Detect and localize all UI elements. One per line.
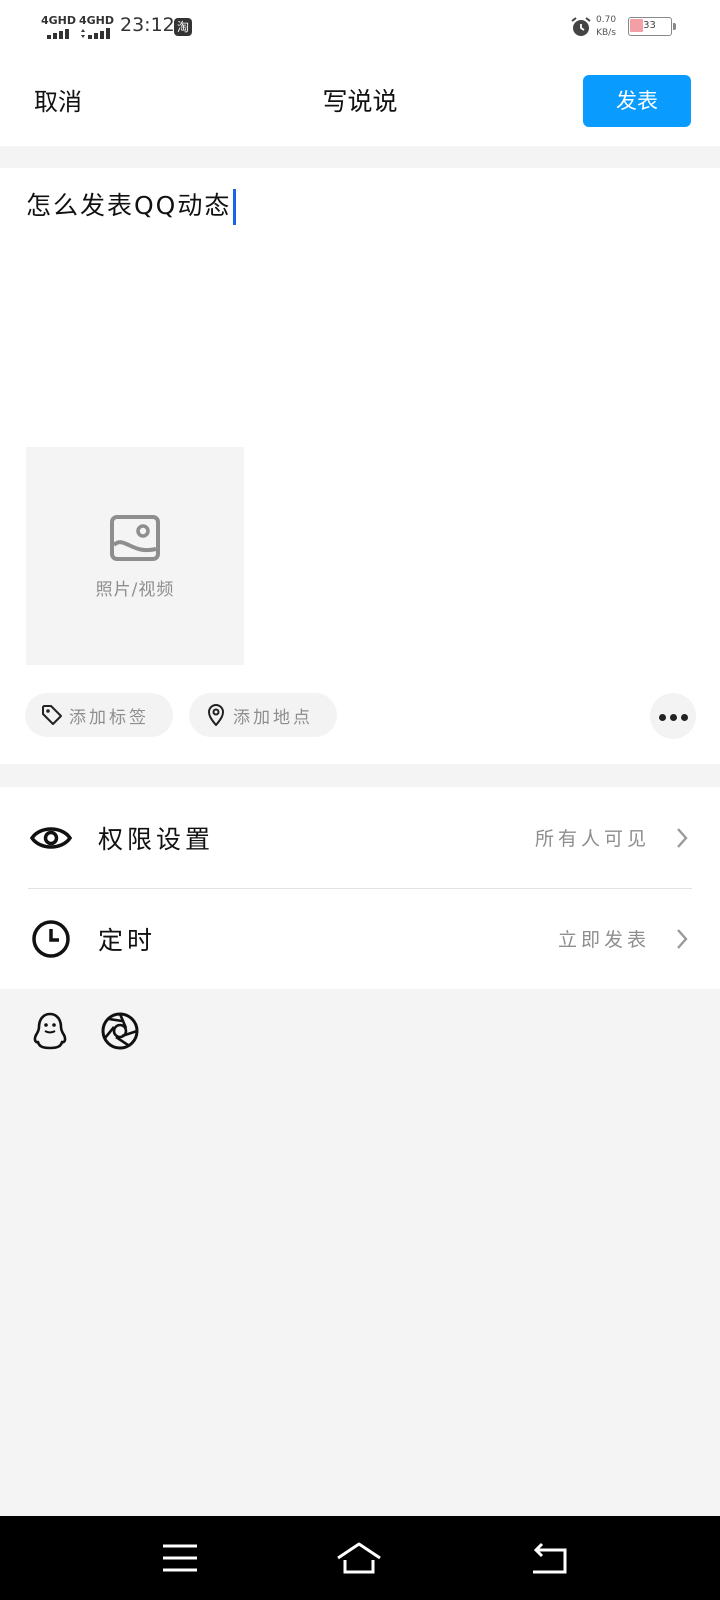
schedule-label: 定时 <box>98 926 157 955</box>
signal-icon <box>47 29 69 39</box>
menu-icon[interactable] <box>158 1536 202 1580</box>
signal-data-icon <box>81 28 110 39</box>
eye-icon <box>30 827 72 849</box>
alarm-icon <box>571 17 591 36</box>
back-icon[interactable] <box>527 1536 571 1580</box>
taobao-notification-icon: 淘 <box>174 18 192 36</box>
network-indicator-1: 4GHD <box>41 14 76 39</box>
permission-setting-row[interactable]: 权限设置 所有人可见 <box>0 787 720 888</box>
chevron-right-icon <box>677 929 688 949</box>
status-bar: 4GHD 4GHD 23:12 淘 0.70 KB/s 33 <box>0 0 720 54</box>
camera-shutter-icon[interactable] <box>100 1011 140 1051</box>
home-icon[interactable] <box>337 1536 381 1580</box>
battery-percentage: 33 <box>643 20 656 31</box>
add-tag-label: 添加标签 <box>69 708 149 728</box>
add-tag-button[interactable]: 添加标签 <box>25 693 173 737</box>
qq-penguin-icon[interactable] <box>30 1011 70 1051</box>
publish-button[interactable]: 发表 <box>583 75 691 127</box>
more-icon-dot <box>670 714 677 721</box>
add-location-label: 添加地点 <box>233 708 313 728</box>
location-pin-icon <box>207 704 225 726</box>
tag-icon <box>42 705 62 725</box>
compose-panel: 怎么发表QQ动态 照片/视频 添加标签 添加地点 <box>0 168 720 764</box>
more-icon <box>659 714 666 721</box>
add-location-button[interactable]: 添加地点 <box>189 693 337 737</box>
more-icon-dot <box>681 714 688 721</box>
post-text-input[interactable]: 怎么发表QQ动态 <box>26 186 237 225</box>
network-indicator-2: 4GHD <box>79 14 114 39</box>
chevron-right-icon <box>677 828 688 848</box>
settings-panel: 权限设置 所有人可见 定时 立即发表 <box>0 787 720 989</box>
permission-value: 所有人可见 <box>534 828 650 850</box>
text-caret <box>233 189 237 225</box>
clock: 23:12 <box>120 14 175 36</box>
schedule-value: 立即发表 <box>557 929 650 951</box>
schedule-setting-row[interactable]: 定时 立即发表 <box>0 888 720 989</box>
header-bar: 取消 写说说 发表 <box>0 54 720 146</box>
post-text-content: 怎么发表QQ动态 <box>26 191 232 220</box>
battery-cap <box>673 23 676 30</box>
network-speed: 0.70 KB/s <box>596 15 617 38</box>
battery-indicator: 33 <box>628 17 672 36</box>
permission-label: 权限设置 <box>98 825 215 854</box>
more-options-button[interactable] <box>650 693 696 739</box>
media-label: 照片/视频 <box>95 580 175 600</box>
clock-icon <box>32 920 70 958</box>
image-icon <box>110 515 160 561</box>
system-nav-bar <box>0 1516 720 1600</box>
add-media-button[interactable]: 照片/视频 <box>26 447 244 665</box>
